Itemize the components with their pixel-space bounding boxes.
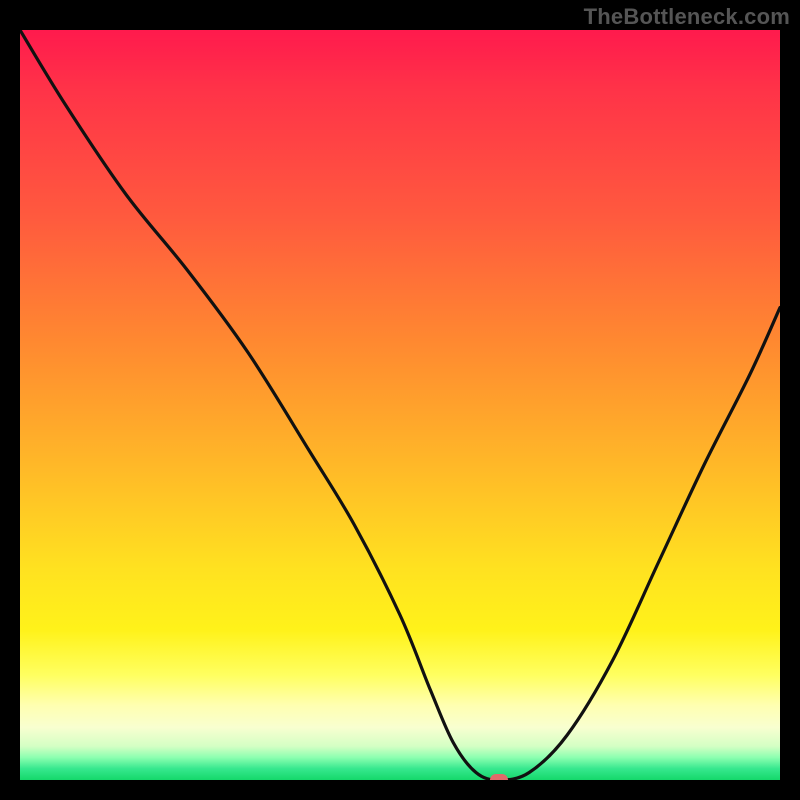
plot-area xyxy=(20,30,780,780)
optimum-marker xyxy=(490,774,508,780)
bottleneck-curve xyxy=(20,30,780,780)
watermark-text: TheBottleneck.com xyxy=(584,4,790,30)
chart-frame: TheBottleneck.com xyxy=(0,0,800,800)
